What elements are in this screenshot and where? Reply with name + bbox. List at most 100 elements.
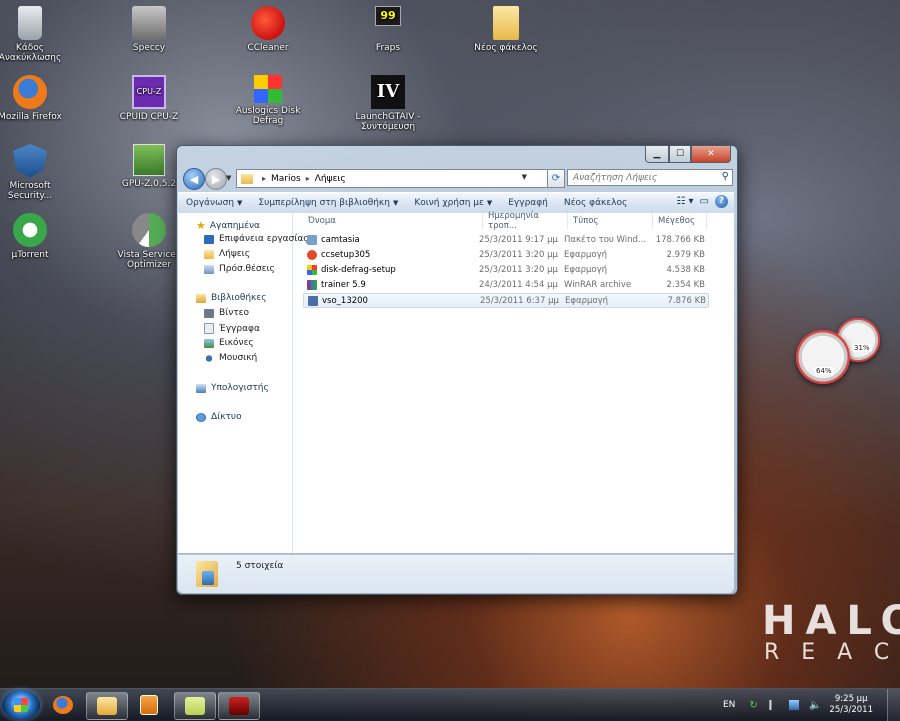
gta-iv-icon: IV xyxy=(371,75,405,109)
file-row-selected[interactable]: vso_13200 25/3/2011 6:37 μμ Εφαρμογή 7.8… xyxy=(303,293,709,308)
taskbar-explorer[interactable] xyxy=(86,692,128,720)
column-header-name[interactable]: Όνομα xyxy=(303,213,483,229)
desktop-icon-gta-iv[interactable]: IV LaunchGTAIV - Συντόμευση xyxy=(350,75,426,132)
ccleaner-icon xyxy=(251,6,285,40)
close-button[interactable]: ✕ xyxy=(691,146,731,163)
share-with-button[interactable]: Κοινή χρήση με ▼ xyxy=(406,198,500,208)
explorer-window[interactable]: ▁ ☐ ✕ ◀ ▶ ▼ ▸ Marios ▸ Λήψεις ▼ ⟳ Αναζήτ… xyxy=(176,145,738,595)
nav-item-label: Μουσική xyxy=(219,353,258,363)
start-button[interactable] xyxy=(2,690,40,720)
file-name: ccsetup305 xyxy=(321,250,371,260)
desktop-icon-utorrent[interactable]: µTorrent xyxy=(0,213,68,260)
maximize-button[interactable]: ☐ xyxy=(669,146,691,163)
cpuz-icon: CPU-Z xyxy=(132,75,166,109)
cpu-meter-gadget[interactable]: 64% xyxy=(796,330,850,384)
chevron-down-icon[interactable]: ▼ xyxy=(522,173,527,181)
nav-libraries[interactable]: Βιβλιοθήκες xyxy=(196,293,267,303)
search-input[interactable]: Αναζήτηση Λήψεις ⚲ xyxy=(567,169,733,186)
utorrent-icon xyxy=(13,213,47,247)
desktop-icon-auslogics[interactable]: Auslogics Disk Defrag xyxy=(230,75,306,126)
taskbar-recorder[interactable] xyxy=(218,692,260,720)
clock[interactable]: 9:25 μμ 25/3/2011 xyxy=(829,694,873,716)
burn-button[interactable]: Εγγραφή xyxy=(500,198,556,208)
file-name: camtasia xyxy=(321,235,360,245)
help-icon[interactable]: ? xyxy=(715,195,728,208)
include-in-library-button[interactable]: Συμπερίληψη στη βιβλιοθήκη ▼ xyxy=(250,198,406,208)
network-tray-icon[interactable] xyxy=(789,700,800,710)
desktop-icon-label: CPUID CPU-Z xyxy=(119,112,179,122)
file-date: 25/3/2011 9:17 μμ xyxy=(479,235,558,245)
show-desktop-button[interactable] xyxy=(887,689,900,721)
organize-button[interactable]: Οργάνωση ▼ xyxy=(178,198,250,208)
firefox-icon xyxy=(53,696,73,714)
preview-pane-icon[interactable]: ▭ xyxy=(700,196,709,207)
back-button[interactable]: ◀ xyxy=(183,168,205,190)
desktop-icon-new-folder[interactable]: Νέος φάκελος xyxy=(468,6,544,53)
fraps-badge: 99 xyxy=(375,6,401,26)
chevron-right-icon: ▸ xyxy=(262,174,267,183)
volume-icon[interactable]: 🔈 xyxy=(809,700,821,711)
file-row[interactable]: trainer 5.9 24/3/2011 4:54 μμ WinRAR arc… xyxy=(303,278,707,292)
nav-item-label: Εικόνες xyxy=(219,338,254,348)
breadcrumb-item[interactable]: Marios xyxy=(271,174,301,184)
column-header-date[interactable]: Ημερομηνία τροπ... xyxy=(483,211,568,231)
flag-icon[interactable] xyxy=(769,700,772,710)
nav-network[interactable]: Δίκτυο xyxy=(196,412,242,422)
desktop-icon-label: µTorrent xyxy=(11,250,49,260)
desktop-icon-firefox[interactable]: Mozilla Firefox xyxy=(0,75,68,122)
nav-item-downloads[interactable]: Λήψεις xyxy=(204,249,250,259)
security-essentials-icon xyxy=(13,144,47,178)
desktop-icon-cpuz[interactable]: CPU-Z CPUID CPU-Z xyxy=(111,75,187,122)
language-indicator[interactable]: EN xyxy=(723,700,735,710)
taskbar-sticky-notes[interactable] xyxy=(174,692,216,720)
speccy-icon xyxy=(132,6,166,40)
file-row[interactable]: camtasia 25/3/2011 9:17 μμ Πακέτο του Wi… xyxy=(303,233,707,247)
desktop-icon-ccleaner[interactable]: CCleaner xyxy=(230,6,306,53)
music-icon xyxy=(204,353,214,363)
desktop-icon-security-essentials[interactable]: Microsoft Security... xyxy=(0,144,68,201)
refresh-button[interactable]: ⟳ xyxy=(547,169,565,188)
nav-item-music[interactable]: Μουσική xyxy=(204,353,257,363)
forward-button[interactable]: ▶ xyxy=(205,168,227,190)
desktop-icon-speccy[interactable]: Speccy xyxy=(111,6,187,53)
column-header-type[interactable]: Τύπος xyxy=(568,213,653,229)
change-view-icon[interactable]: ☷ ▾ xyxy=(676,196,693,207)
nav-item-label: Λήψεις xyxy=(219,249,250,259)
sync-tray-icon[interactable]: ↻ xyxy=(749,700,759,711)
taskbar-media-player[interactable] xyxy=(130,692,168,718)
computer-icon xyxy=(196,383,206,393)
nav-computer[interactable]: Υπολογιστής xyxy=(196,383,269,393)
search-icon[interactable]: ⚲ xyxy=(722,171,729,182)
file-type: Εφαρμογή xyxy=(564,265,608,275)
taskbar-firefox[interactable] xyxy=(48,692,78,718)
file-row[interactable]: disk-defrag-setup 25/3/2011 3:20 μμ Εφαρ… xyxy=(303,263,707,277)
nav-libraries-label: Βιβλιοθήκες xyxy=(211,293,267,303)
nav-item-label: Βίντεο xyxy=(219,308,250,318)
desktop-icon-label: Auslogics Disk Defrag xyxy=(235,106,301,126)
ram-percent: 31% xyxy=(852,344,872,352)
downloads-folder-icon xyxy=(196,561,218,587)
breadcrumb-item[interactable]: Λήψεις xyxy=(315,174,346,184)
recent-pages-dropdown[interactable]: ▼ xyxy=(226,174,231,182)
nav-item-label: Πρόσ.θέσεις xyxy=(219,264,275,274)
cpuz-badge: CPU-Z xyxy=(132,75,166,109)
file-size: 2.354 KB xyxy=(666,280,705,290)
address-bar[interactable]: ▸ Marios ▸ Λήψεις ▼ xyxy=(236,169,548,188)
desktop-icon-label: Κάδος Ανακύκλωσης xyxy=(0,43,62,63)
column-header-size[interactable]: Μέγεθος xyxy=(653,213,707,229)
new-folder-button[interactable]: Νέος φάκελος xyxy=(556,198,635,208)
winrar-icon xyxy=(307,280,317,290)
file-row[interactable]: ccsetup305 25/3/2011 3:20 μμ Εφαρμογή 2.… xyxy=(303,248,707,262)
nav-item-recent-places[interactable]: Πρόσ.θέσεις xyxy=(204,264,275,274)
window-controls: ▁ ☐ ✕ xyxy=(645,146,731,163)
folder-icon xyxy=(493,6,519,40)
desktop-icon-fraps[interactable]: 99 Fraps xyxy=(350,6,426,53)
desktop-icon-recycle-bin[interactable]: Κάδος Ανακύκλωσης xyxy=(0,6,68,63)
ccleaner-setup-icon xyxy=(307,250,317,260)
minimize-button[interactable]: ▁ xyxy=(645,146,669,163)
nav-item-pictures[interactable]: Εικόνες xyxy=(204,338,254,348)
nav-favorites[interactable]: ★ Αγαπημένα xyxy=(196,219,260,232)
nav-item-documents[interactable]: Έγγραφα xyxy=(204,323,260,334)
chevron-right-icon[interactable]: ▸ xyxy=(306,174,310,183)
nav-item-videos[interactable]: Βίντεο xyxy=(204,308,249,318)
